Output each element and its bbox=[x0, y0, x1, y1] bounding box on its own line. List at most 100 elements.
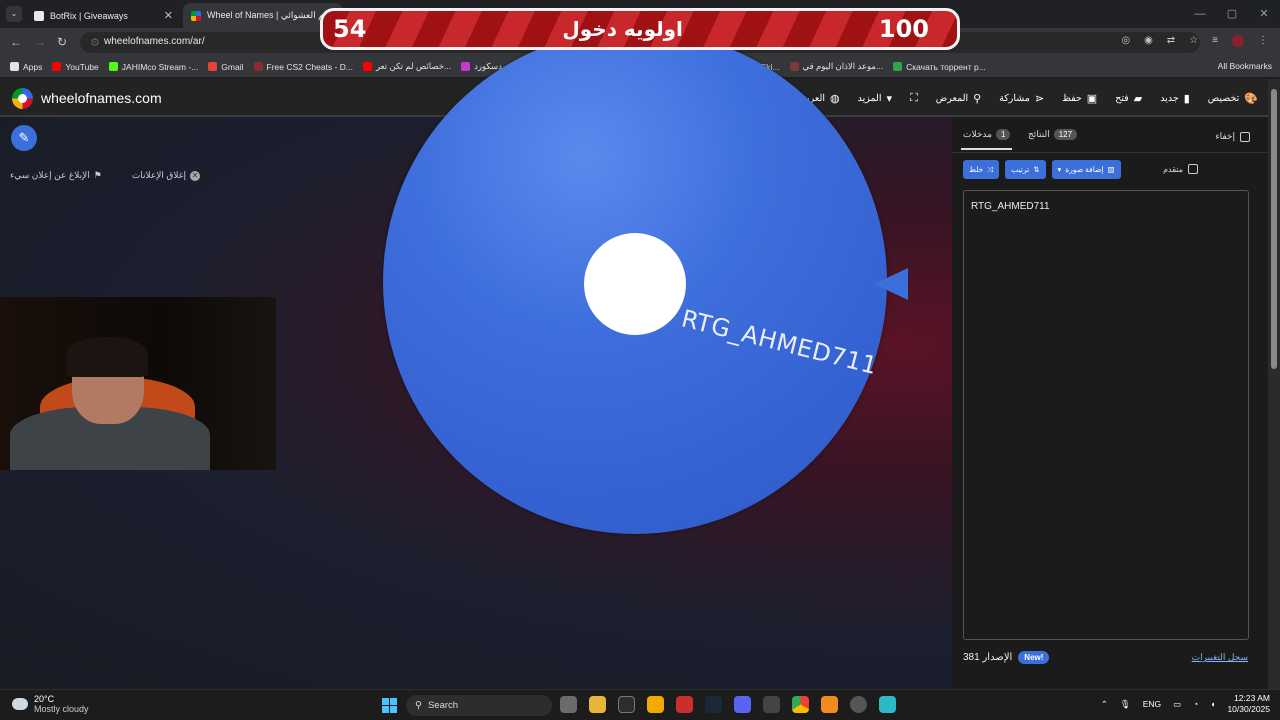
bookmark-favicon-icon bbox=[108, 62, 118, 71]
bookmark-label: Скачать торрент р... bbox=[906, 61, 986, 72]
hide-toggle[interactable]: إخفاء bbox=[1215, 131, 1250, 142]
edit-pencil-icon[interactable]: ✎ bbox=[11, 125, 37, 151]
clock-date: 10/30/2025 bbox=[1227, 704, 1270, 714]
address-bar-actions: ◎ ◉ ⇄ ☆ ≡ ⋮ bbox=[1121, 35, 1268, 47]
clock[interactable]: 12:23 AM 10/30/2025 bbox=[1227, 693, 1270, 715]
bookmark-item[interactable]: Free CS2 Cheats - D... bbox=[253, 62, 353, 72]
obs-icon[interactable] bbox=[763, 696, 780, 713]
entries-textarea[interactable]: RTG_AHMED711 bbox=[963, 190, 1249, 640]
site-info-icon[interactable]: ⚙ bbox=[90, 36, 100, 49]
menu-item[interactable]: ⚲ المعرض bbox=[936, 92, 981, 105]
volume-icon[interactable]: ◖ bbox=[1210, 699, 1215, 709]
all-bookmarks-button[interactable]: All Bookmarks bbox=[1218, 61, 1272, 71]
entries-count-badge: 1 bbox=[995, 129, 1011, 140]
menu-item[interactable]: ▣ حفظ bbox=[1062, 92, 1097, 105]
close-tab-icon[interactable]: ✕ bbox=[164, 9, 173, 22]
results-count-badge: 127 bbox=[1053, 129, 1078, 140]
menu-item[interactable]: 🎨 تخصيص bbox=[1208, 92, 1258, 105]
translate-icon[interactable]: ⇄ bbox=[1167, 35, 1175, 47]
steam-icon[interactable] bbox=[705, 696, 722, 713]
tab-results[interactable]: النتائج 127 bbox=[1028, 129, 1078, 140]
report-ad-label: الإبلاغ عن إعلان سيء bbox=[10, 170, 90, 180]
menu-item-label: جديد bbox=[1160, 92, 1179, 104]
eye-off-icon[interactable]: ◎ bbox=[1121, 35, 1130, 47]
notepad-icon[interactable] bbox=[879, 696, 896, 713]
windows-start-icon[interactable] bbox=[382, 698, 397, 713]
close-window-icon[interactable]: ✕ bbox=[1248, 0, 1280, 28]
search-icon: ⚲ bbox=[973, 92, 982, 105]
language-indicator[interactable]: ENG bbox=[1143, 699, 1161, 709]
tracking-icon[interactable]: ◉ bbox=[1144, 35, 1153, 47]
hide-checkbox[interactable] bbox=[1240, 131, 1250, 142]
scoreboard-right-number: 100 bbox=[878, 15, 929, 43]
taskbar-search[interactable]: ⚲ Search bbox=[406, 695, 552, 716]
forward-icon[interactable]: → bbox=[34, 35, 46, 49]
bookmark-item[interactable]: Gmail bbox=[208, 61, 244, 72]
shuffle-button[interactable]: خلط ⤨ bbox=[963, 160, 1000, 179]
version-info: الإصدار 381 New! bbox=[963, 651, 1050, 664]
mic-icon[interactable]: 🎙 bbox=[1120, 699, 1131, 710]
menu-item[interactable]: ⋖ مشاركة bbox=[999, 92, 1044, 105]
reload-icon[interactable]: ↻ bbox=[57, 35, 67, 49]
task-view-icon[interactable] bbox=[560, 696, 577, 713]
report-ad-link[interactable]: الإبلاغ عن إعلان سيء ⚑ bbox=[10, 170, 102, 181]
valorant-icon[interactable] bbox=[676, 696, 693, 713]
site-brand[interactable]: wheelofnames.com bbox=[41, 90, 162, 106]
tab-search-button[interactable]: ⌄ bbox=[6, 6, 22, 22]
chevron-down-icon: ▾ bbox=[1057, 165, 1062, 174]
bookmark-item[interactable]: JAHIMco Stream -... bbox=[108, 62, 198, 72]
minimize-icon[interactable]: — bbox=[1184, 0, 1216, 28]
browser-tab-botrix[interactable]: BotRix | Giveaways ✕ bbox=[26, 3, 181, 28]
new-badge: New! bbox=[1018, 651, 1050, 664]
bookmark-label: YouTube bbox=[65, 61, 99, 72]
menu-item[interactable]: ▾ المزيد bbox=[858, 92, 892, 105]
scrollbar-thumb[interactable] bbox=[1271, 89, 1277, 369]
reading-list-icon[interactable]: ≡ bbox=[1212, 35, 1218, 47]
hide-label: إخفاء bbox=[1215, 131, 1235, 141]
bookmark-item[interactable]: خصائص لم تكن تعر... bbox=[362, 61, 451, 72]
system-tray: ⌃ 🎙 ENG ▭ ◔ ◖ 12:23 AM 10/30/2025 bbox=[1101, 693, 1270, 715]
maximize-icon[interactable]: ▢ bbox=[1216, 0, 1248, 28]
version-label: الإصدار 381 bbox=[963, 652, 1013, 663]
wheel-center-hub[interactable] bbox=[584, 233, 686, 335]
advanced-checkbox[interactable] bbox=[1188, 164, 1198, 174]
changelog-link[interactable]: سجل التغييرات bbox=[1192, 652, 1248, 663]
tray-chevron-up-icon[interactable]: ⌃ bbox=[1101, 699, 1108, 710]
wheel-logo-icon[interactable] bbox=[12, 88, 33, 109]
sort-button[interactable]: ترتيب ⇅ bbox=[1005, 160, 1046, 179]
streamlabs-icon[interactable] bbox=[821, 696, 838, 713]
bookmark-item[interactable]: موعد الاذان اليوم في... bbox=[789, 61, 883, 72]
norton-icon[interactable] bbox=[647, 696, 664, 713]
logitech-icon[interactable] bbox=[618, 696, 635, 713]
page-scrollbar[interactable] bbox=[1268, 79, 1280, 689]
bookmark-item[interactable]: Apps bbox=[10, 62, 42, 72]
bookmark-item[interactable]: Скачать торрент р... bbox=[893, 62, 986, 72]
close-ads-link[interactable]: إغلاق الإعلانات ✕ bbox=[132, 170, 200, 181]
menu-item-label: مشاركة bbox=[999, 92, 1030, 104]
chrome-icon[interactable] bbox=[792, 696, 809, 713]
bookmark-favicon-icon bbox=[362, 62, 372, 71]
menu-item[interactable]: ⛶ bbox=[910, 92, 918, 105]
menu-item[interactable]: ▮ جديد bbox=[1160, 92, 1190, 105]
bookmark-favicon-icon bbox=[10, 62, 19, 71]
weather-widget[interactable]: 20°C Mostly cloudy bbox=[12, 694, 89, 714]
wheel-favicon-icon bbox=[191, 10, 201, 21]
menu-kebab-icon[interactable]: ⋮ bbox=[1258, 35, 1268, 47]
menu-item-label: فتح bbox=[1115, 92, 1129, 104]
settings-gear-icon[interactable] bbox=[850, 696, 867, 713]
bookmark-label: Gmail bbox=[221, 61, 244, 72]
discord-icon[interactable] bbox=[734, 696, 751, 713]
tab-entries[interactable]: مدخلات 1 bbox=[960, 129, 1013, 150]
add-image-button[interactable]: ▾ إضافة صورة ▨ bbox=[1051, 160, 1121, 179]
profile-avatar[interactable] bbox=[1232, 35, 1244, 47]
bookmark-item[interactable]: YouTube bbox=[52, 61, 99, 72]
menu-item[interactable]: ▰ فتح bbox=[1115, 92, 1142, 105]
browser-tab-wheel[interactable]: Wheel of Names | اسم العشوائي bbox=[183, 3, 343, 28]
bookmark-star-icon[interactable]: ☆ bbox=[1189, 35, 1198, 47]
back-icon[interactable]: ← bbox=[10, 35, 22, 49]
wifi-icon[interactable]: ◔ bbox=[1193, 699, 1198, 709]
advanced-toggle[interactable]: متقدم bbox=[1163, 164, 1198, 174]
monitor-icon[interactable]: ▭ bbox=[1173, 699, 1181, 710]
panel-tabs: مدخلات 1 النتائج 127 إخفاء bbox=[952, 117, 1268, 153]
file-explorer-icon[interactable] bbox=[589, 696, 606, 713]
